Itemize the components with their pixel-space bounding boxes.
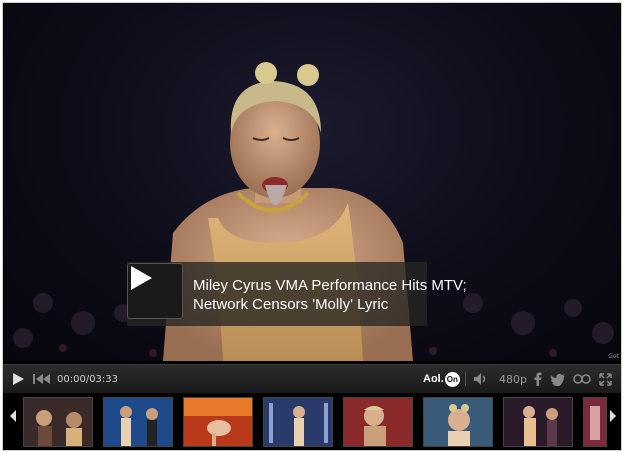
play-icon xyxy=(13,373,24,385)
thumbnail-image xyxy=(584,398,606,446)
chevron-left-icon xyxy=(10,410,16,422)
thumbnail-image xyxy=(264,398,332,446)
photo-credit: Get xyxy=(608,353,619,360)
video-title-line-1: Miley Cyrus VMA Performance Hits MTV; xyxy=(193,277,467,294)
facebook-icon xyxy=(534,372,542,386)
fullscreen-icon xyxy=(599,372,612,386)
skip-back-icon xyxy=(33,374,50,384)
thumbnail-image xyxy=(504,398,572,446)
thumbnail-image xyxy=(344,398,412,446)
time-display: 00:00/03:33 xyxy=(57,373,119,385)
video-frame[interactable]: Get Miley Cyrus VMA Performance Hits MTV… xyxy=(3,3,621,361)
link-icon xyxy=(573,374,591,384)
thumbnail-image xyxy=(104,398,172,446)
thumbnails-prev-button[interactable] xyxy=(9,409,17,427)
thumbnail-1[interactable] xyxy=(23,397,93,447)
embed-button[interactable] xyxy=(573,365,591,393)
divider xyxy=(465,365,466,393)
video-title-overlay[interactable]: Miley Cyrus VMA Performance Hits MTV; Ne… xyxy=(127,262,467,326)
video-title: Miley Cyrus VMA Performance Hits MTV; Ne… xyxy=(193,276,467,314)
fullscreen-button[interactable] xyxy=(599,365,612,393)
facebook-share-button[interactable] xyxy=(533,365,543,393)
video-title-line-2: Network Censors 'Molly' Lyric xyxy=(193,296,389,313)
on-badge: On xyxy=(444,371,460,387)
aol-logo-text: Aol. xyxy=(423,373,444,385)
play-button[interactable] xyxy=(11,365,25,393)
volume-icon xyxy=(474,373,486,385)
play-icon xyxy=(131,266,152,290)
big-play-button[interactable] xyxy=(127,263,183,319)
quality-button[interactable]: 480p xyxy=(499,365,527,393)
thumbnail-strip xyxy=(3,393,621,450)
thumbnail-2[interactable] xyxy=(103,397,173,447)
chevron-right-icon xyxy=(610,410,616,422)
thumbnail-4[interactable] xyxy=(263,397,333,447)
thumbnail-8[interactable] xyxy=(583,397,607,447)
thumbnail-image xyxy=(24,398,92,446)
thumbnail-image xyxy=(424,398,492,446)
thumbnail-3[interactable] xyxy=(183,397,253,447)
thumbnail-5[interactable] xyxy=(343,397,413,447)
twitter-share-button[interactable] xyxy=(550,365,566,393)
thumbnail-6[interactable] xyxy=(423,397,493,447)
thumbnail-7[interactable] xyxy=(503,397,573,447)
previous-button[interactable] xyxy=(33,365,51,393)
volume-button[interactable] xyxy=(473,365,489,393)
video-player: Get Miley Cyrus VMA Performance Hits MTV… xyxy=(2,2,622,451)
control-bar: 00:00/03:33 Aol. On 480p xyxy=(3,364,621,393)
aol-on-logo[interactable]: Aol. On xyxy=(423,365,460,393)
twitter-icon xyxy=(550,373,565,386)
thumbnails-next-button[interactable] xyxy=(609,409,617,427)
thumbnail-image xyxy=(184,398,252,446)
